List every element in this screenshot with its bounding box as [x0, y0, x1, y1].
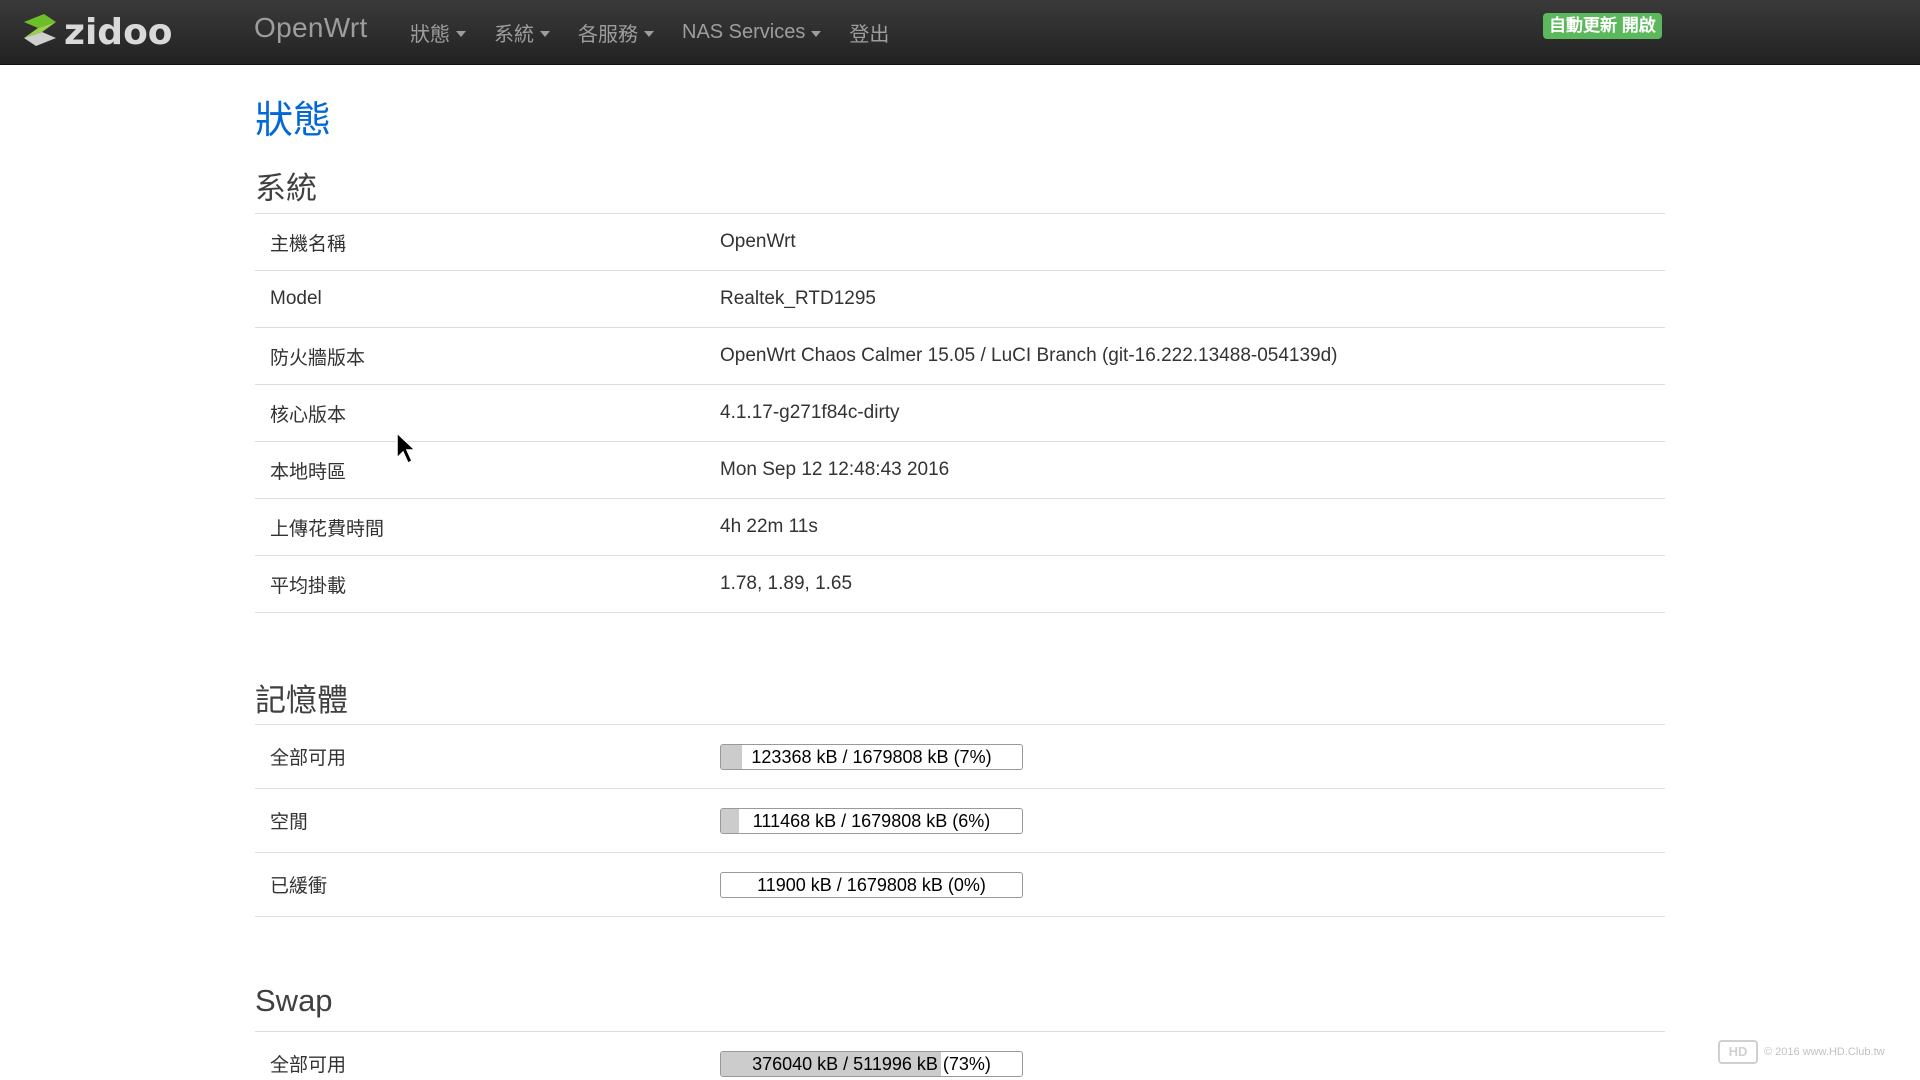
progress-bar: 11900 kB / 1679808 kB (0%) — [720, 871, 1023, 898]
row-key: 全部可用 — [255, 724, 720, 789]
progress-text: 111468 kB / 1679808 kB (6%) — [752, 810, 991, 831]
row-value: Realtek_RTD1295 — [720, 270, 1665, 328]
menu-system[interactable]: 系統 — [494, 0, 550, 65]
table-row: 主機名稱 OpenWrt — [255, 213, 1665, 271]
menu-nas-services-label: NAS Services — [682, 21, 806, 43]
row-key: Model — [255, 270, 720, 328]
row-value: OpenWrt — [720, 213, 1665, 271]
table-row: 防火牆版本 OpenWrt Chaos Calmer 15.05 / LuCI … — [255, 327, 1665, 385]
progress-bar: 111468 kB / 1679808 kB (6%) — [720, 807, 1023, 834]
progress-bar: 123368 kB / 1679808 kB (7%) — [720, 743, 1023, 770]
table-row: 本地時區 Mon Sep 12 12:48:43 2016 — [255, 441, 1665, 499]
caret-down-icon — [644, 31, 654, 37]
row-key: 平均掛載 — [255, 555, 720, 613]
row-value: 1.78, 1.89, 1.65 — [720, 555, 1665, 613]
page-title: 狀態 — [255, 100, 332, 142]
section-title-memory: 記憶體 — [255, 683, 348, 718]
table-row: 全部可用 123368 kB / 1679808 kB (7%) — [255, 724, 1665, 789]
row-value: 4h 22m 11s — [720, 498, 1665, 556]
section-title-swap: Swap — [255, 983, 333, 1018]
progress-text: 376040 kB / 511996 kB (73%) — [752, 1053, 991, 1074]
caret-down-icon — [456, 31, 466, 37]
row-key: 已緩衝 — [255, 852, 720, 917]
row-value: 111468 kB / 1679808 kB (6%) — [720, 788, 1665, 853]
system-table: 主機名稱 OpenWrt Model Realtek_RTD1295 防火牆版本… — [255, 213, 1665, 613]
auto-refresh-toggle[interactable]: 自動更新 開啟 — [1543, 13, 1662, 39]
row-key: 核心版本 — [255, 384, 720, 442]
menu-services-label: 各服務 — [578, 24, 638, 46]
watermark-badge: HD — [1718, 1040, 1758, 1064]
row-key: 防火牆版本 — [255, 327, 720, 385]
table-row: 全部可用 376040 kB / 511996 kB (73%) — [255, 1031, 1665, 1080]
menu-status[interactable]: 狀態 — [410, 0, 466, 65]
mouse-cursor-icon — [396, 431, 420, 471]
menu-nas-services[interactable]: NAS Services — [682, 0, 822, 65]
caret-down-icon — [540, 31, 550, 37]
row-key: 本地時區 — [255, 441, 720, 499]
brand-openwrt[interactable]: OpenWrt — [254, 12, 368, 44]
row-key: 空閒 — [255, 788, 720, 853]
row-key: 全部可用 — [255, 1031, 720, 1080]
table-row: 平均掛載 1.78, 1.89, 1.65 — [255, 555, 1665, 613]
row-key: 上傳花費時間 — [255, 498, 720, 556]
menu-logout[interactable]: 登出 — [849, 0, 889, 65]
caret-down-icon — [811, 31, 822, 37]
section-title-system: 系統 — [255, 171, 317, 206]
table-row: 已緩衝 11900 kB / 1679808 kB (0%) — [255, 852, 1665, 917]
main-menu: 狀態 系統 各服務 NAS Services 登出 — [410, 0, 917, 65]
menu-services[interactable]: 各服務 — [578, 0, 654, 65]
progress-text: 123368 kB / 1679808 kB (7%) — [751, 746, 992, 767]
zidoo-logo-text: zidoo — [64, 12, 173, 53]
zidoo-logo[interactable]: zidoo — [20, 6, 200, 56]
row-value: 376040 kB / 511996 kB (73%) — [720, 1031, 1665, 1080]
top-navbar: zidoo OpenWrt 狀態 系統 各服務 NAS Services 登出 … — [0, 0, 1920, 65]
table-row: 上傳花費時間 4h 22m 11s — [255, 498, 1665, 556]
row-value: 123368 kB / 1679808 kB (7%) — [720, 724, 1665, 789]
row-value: 11900 kB / 1679808 kB (0%) — [720, 852, 1665, 917]
memory-table: 全部可用 123368 kB / 1679808 kB (7%) 空閒 1114… — [255, 724, 1665, 917]
progress-bar: 376040 kB / 511996 kB (73%) — [720, 1050, 1023, 1077]
menu-logout-label: 登出 — [849, 24, 890, 46]
row-key: 主機名稱 — [255, 213, 720, 271]
swap-table: 全部可用 376040 kB / 511996 kB (73%) — [255, 1031, 1665, 1080]
row-value: 4.1.17-g271f84c-dirty — [720, 384, 1665, 442]
row-value: OpenWrt Chaos Calmer 15.05 / LuCI Branch… — [720, 327, 1665, 385]
watermark: HD © 2016 www.HD.Club.tw — [1718, 1040, 1885, 1064]
watermark-text: © 2016 www.HD.Club.tw — [1764, 1046, 1885, 1058]
row-value: Mon Sep 12 12:48:43 2016 — [720, 441, 1665, 499]
menu-status-label: 狀態 — [410, 24, 450, 46]
progress-text: 11900 kB / 1679808 kB (0%) — [757, 874, 986, 895]
table-row: 核心版本 4.1.17-g271f84c-dirty — [255, 384, 1665, 442]
table-row: 空閒 111468 kB / 1679808 kB (6%) — [255, 788, 1665, 853]
table-row: Model Realtek_RTD1295 — [255, 270, 1665, 328]
menu-system-label: 系統 — [494, 24, 534, 46]
